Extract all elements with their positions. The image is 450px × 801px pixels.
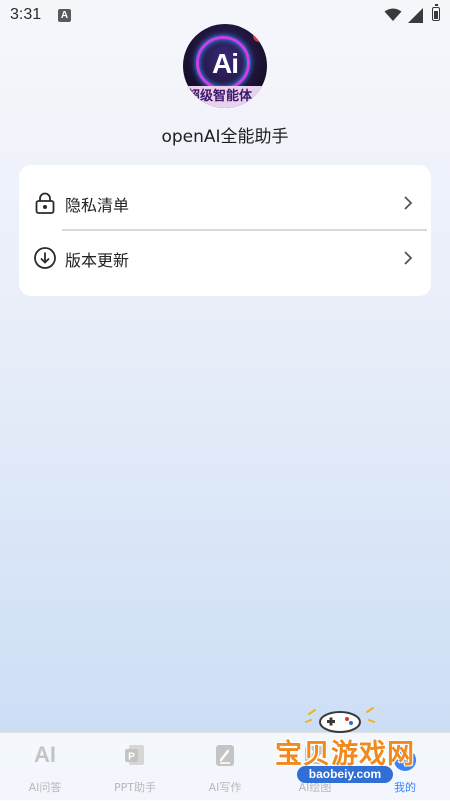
chevron-right-icon [404, 196, 413, 210]
nav-tab-ai-drawing[interactable]: AI绘图 [270, 733, 360, 801]
logo-badge [253, 24, 267, 42]
signal-icon [408, 8, 423, 23]
nav-tab-ppt-assistant[interactable]: P PPT助手 [90, 733, 180, 801]
nav-tab-ai-qa[interactable]: AI AI问答 [0, 733, 90, 801]
nav-tab-label: AI绘图 [298, 781, 332, 794]
download-circle-icon [34, 247, 56, 269]
pen-note-icon [216, 745, 234, 766]
status-time: 3:31 [10, 6, 42, 23]
notification-icon: A [58, 9, 71, 22]
app-name: openAI全能助手 [161, 127, 289, 147]
nav-tab-mine[interactable]: 我的 [360, 733, 450, 801]
nav-tab-ai-writing[interactable]: AI写作 [180, 733, 270, 801]
ai-text-icon: AI [34, 742, 56, 767]
logo-banner: 超级智能体 [183, 86, 267, 108]
menu-item-privacy-list[interactable]: 隐私清单 [19, 175, 431, 231]
logo-text: Ai [212, 48, 239, 79]
wifi-icon [384, 8, 402, 21]
ppt-icon: P [125, 745, 144, 765]
lock-icon [35, 192, 55, 214]
menu-item-label: 隐私清单 [65, 196, 130, 215]
chevron-right-icon [404, 251, 413, 265]
nav-tab-label: 我的 [394, 781, 416, 794]
image-icon [305, 746, 325, 764]
nav-tab-label: PPT助手 [114, 781, 156, 794]
app-logo: Ai 超级智能体 [183, 24, 267, 108]
settings-menu-card: 隐私清单 版本更新 [19, 165, 431, 296]
bottom-navigation: AI AI问答 P PPT助手 AI写作 AI绘图 我的 [0, 732, 450, 801]
svg-text:P: P [128, 752, 135, 763]
battery-icon [432, 4, 440, 21]
menu-item-label: 版本更新 [65, 251, 130, 270]
nav-tab-label: AI写作 [208, 781, 242, 794]
menu-item-version-update[interactable]: 版本更新 [19, 230, 431, 286]
nav-tab-label: AI问答 [28, 781, 62, 794]
profile-icon [394, 749, 416, 771]
